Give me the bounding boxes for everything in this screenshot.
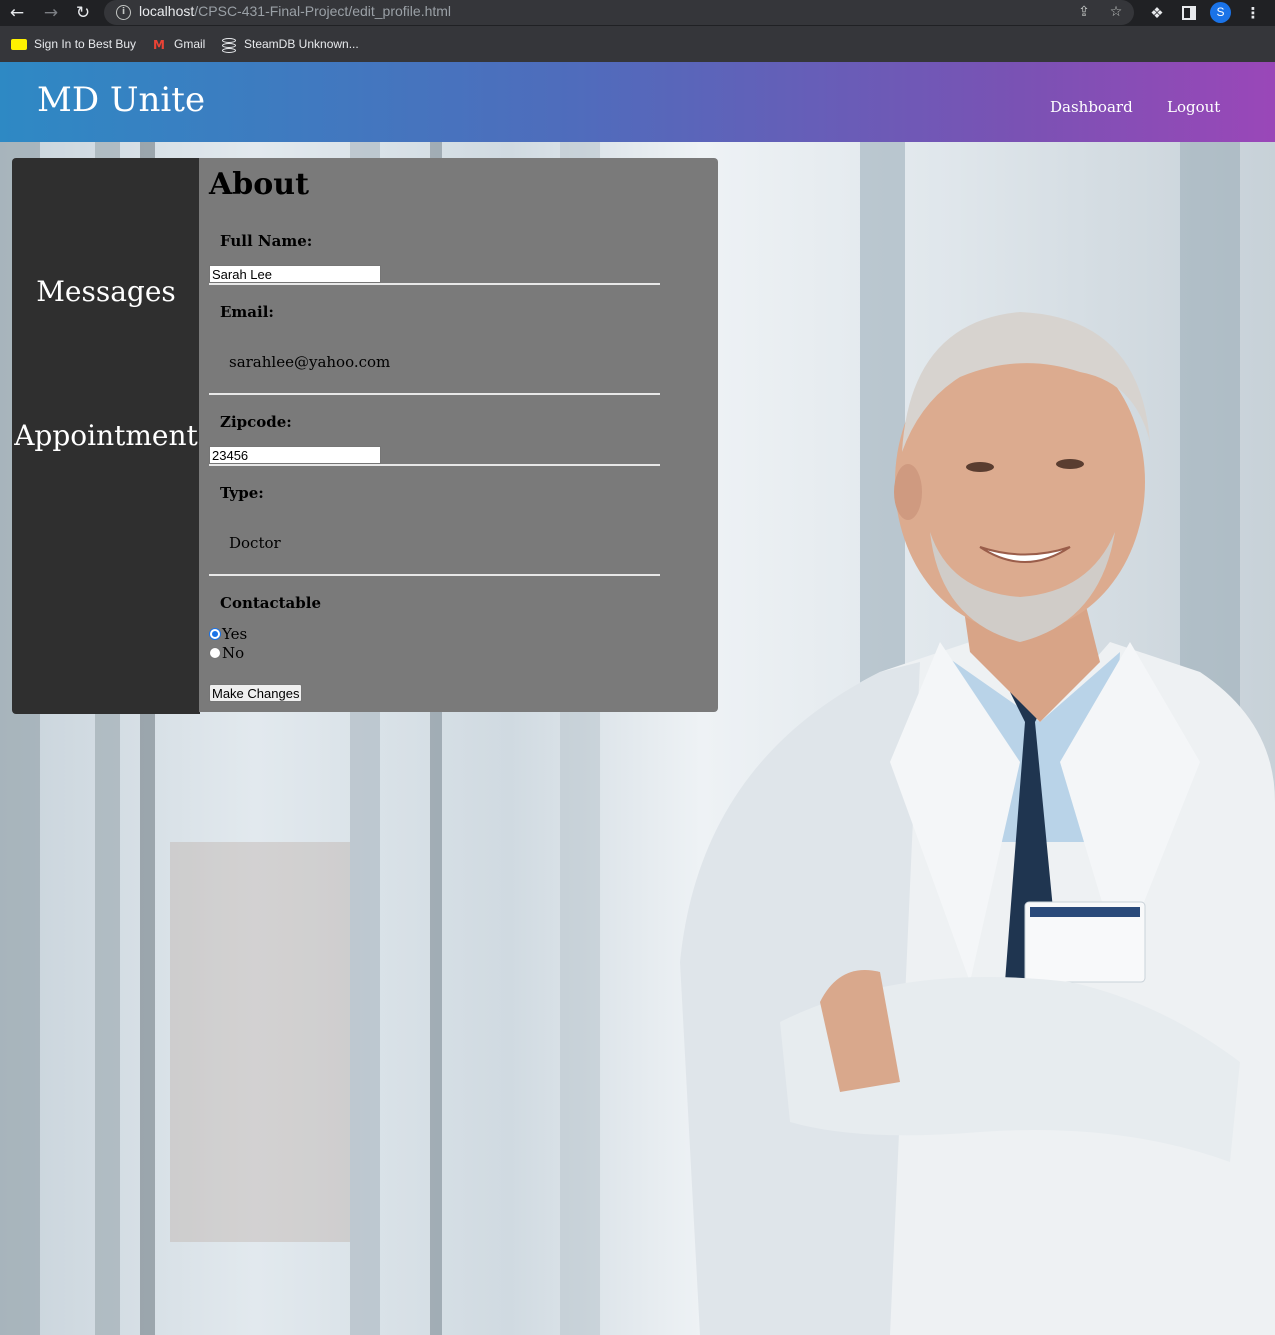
zipcode-label: Zipcode: bbox=[220, 413, 292, 431]
contactable-label: Contactable bbox=[220, 594, 322, 612]
contactable-no-radio[interactable] bbox=[209, 647, 221, 659]
extensions-puzzle-icon[interactable]: ❖ bbox=[1146, 2, 1168, 24]
site-header: MD Unite Dashboard Logout bbox=[0, 62, 1275, 142]
full-name-input[interactable] bbox=[209, 265, 381, 283]
site-info-icon[interactable]: i bbox=[116, 5, 131, 20]
bookmark-label: SteamDB Unknown... bbox=[244, 37, 359, 51]
profile-avatar[interactable]: S bbox=[1210, 2, 1231, 23]
page-title: About bbox=[209, 167, 309, 202]
bookmarks-bar: Sign In to Best Buy M Gmail SteamDB Unkno… bbox=[0, 26, 1275, 62]
bookmark-bestbuy[interactable]: Sign In to Best Buy bbox=[11, 35, 136, 53]
browser-toolbar: ← → ↻ i localhost/CPSC-431-Final-Project… bbox=[0, 0, 1275, 26]
contactable-yes-option[interactable]: Yes bbox=[209, 625, 247, 643]
full-name-label: Full Name: bbox=[220, 232, 313, 250]
kebab-menu-icon[interactable]: ⋮ bbox=[1242, 2, 1264, 24]
email-label: Email: bbox=[220, 303, 274, 321]
sidebar: Messages Appointment bbox=[12, 158, 200, 714]
share-icon[interactable]: ⇪ bbox=[1074, 2, 1094, 22]
bookmark-steamdb[interactable]: SteamDB Unknown... bbox=[221, 35, 359, 53]
doctor-photo bbox=[680, 312, 1275, 1335]
email-value: sarahlee@yahoo.com bbox=[229, 353, 391, 371]
type-value: Doctor bbox=[229, 534, 281, 552]
profile-edit-form: About Full Name: Email: sarahlee@yahoo.c… bbox=[199, 158, 718, 712]
contactable-no-option[interactable]: No bbox=[209, 644, 244, 662]
bestbuy-icon bbox=[11, 39, 27, 51]
url-path: /CPSC-431-Final-Project/edit_profile.htm… bbox=[194, 3, 452, 19]
gmail-icon: M bbox=[153, 37, 165, 52]
url-text[interactable]: localhost/CPSC-431-Final-Project/edit_pr… bbox=[139, 3, 451, 19]
reload-icon[interactable]: ↻ bbox=[72, 2, 94, 24]
sidebar-item-messages[interactable]: Messages bbox=[12, 275, 200, 308]
sidebar-item-appointment[interactable]: Appointment bbox=[12, 419, 200, 452]
side-panel-icon[interactable] bbox=[1178, 2, 1200, 24]
zipcode-input[interactable] bbox=[209, 446, 381, 464]
contactable-yes-label: Yes bbox=[222, 625, 248, 643]
divider bbox=[209, 464, 660, 466]
divider bbox=[209, 574, 660, 576]
make-changes-button[interactable]: Make Changes bbox=[209, 684, 303, 702]
forward-arrow-icon[interactable]: → bbox=[40, 2, 62, 24]
address-bar[interactable]: i localhost/CPSC-431-Final-Project/edit_… bbox=[104, 0, 1134, 25]
bookmark-label: Sign In to Best Buy bbox=[34, 37, 137, 51]
bookmark-label: Gmail bbox=[174, 37, 206, 51]
nav-logout-link[interactable]: Logout bbox=[1167, 98, 1220, 116]
contactable-yes-radio[interactable] bbox=[209, 628, 221, 640]
divider bbox=[209, 393, 660, 395]
site-logo[interactable]: MD Unite bbox=[37, 80, 205, 120]
type-label: Type: bbox=[220, 484, 264, 502]
nav-dashboard-link[interactable]: Dashboard bbox=[1050, 98, 1133, 116]
back-arrow-icon[interactable]: ← bbox=[6, 2, 28, 24]
bookmark-star-icon[interactable]: ☆ bbox=[1106, 2, 1126, 22]
url-host: localhost bbox=[139, 3, 195, 19]
contactable-no-label: No bbox=[222, 644, 245, 662]
page-viewport: MD Unite Dashboard Logout Messages Appoi… bbox=[0, 62, 1275, 1335]
divider bbox=[209, 283, 660, 285]
steamdb-icon bbox=[221, 37, 237, 53]
bookmark-gmail[interactable]: M Gmail bbox=[151, 35, 205, 53]
